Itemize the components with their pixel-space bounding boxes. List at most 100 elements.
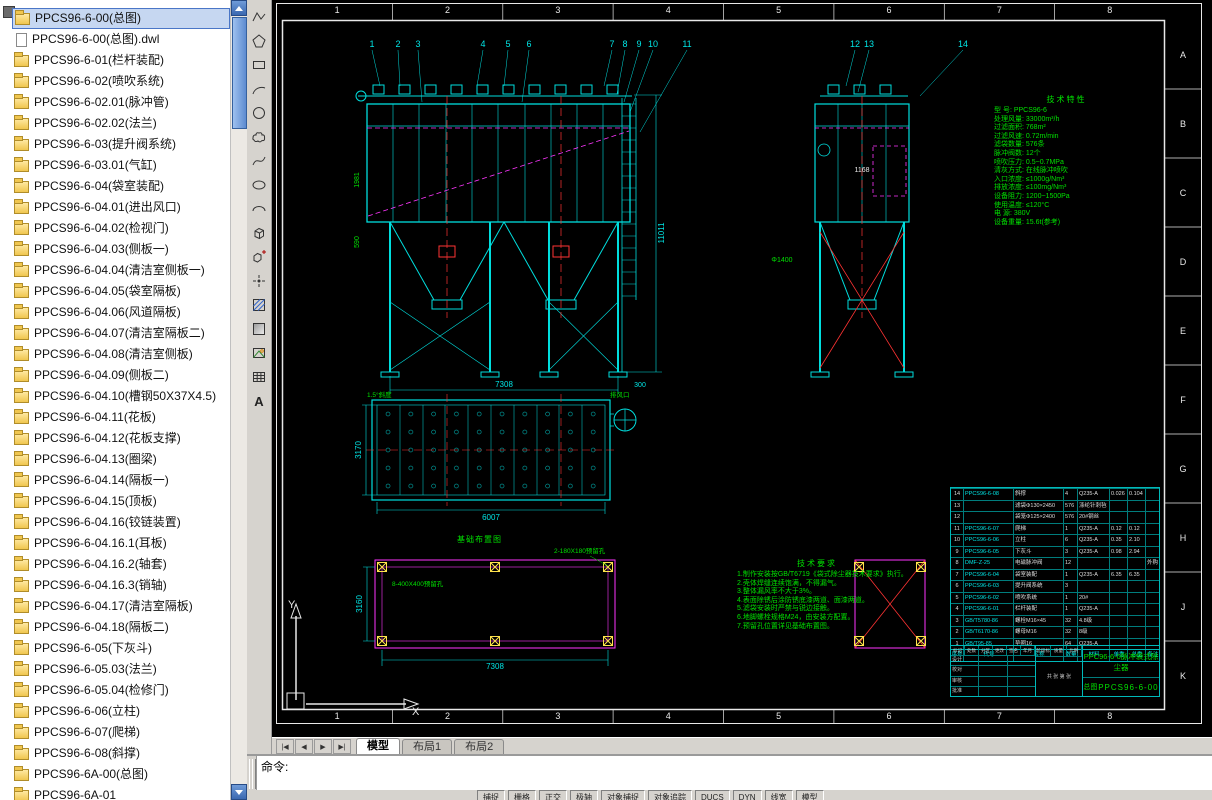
file-panel-scrollbar[interactable] [230,0,247,800]
bom-remark: 外购 [1145,558,1159,569]
file-type-icon [14,685,29,697]
status-toggle-button[interactable]: 模型 [796,790,824,800]
polygon-icon [251,33,267,49]
file-item[interactable]: PPCS96-6-03.01(气缸) [12,155,230,176]
hatch-tool-button[interactable] [247,293,271,317]
status-toggle-button[interactable]: 线宽 [765,790,793,800]
rectangle-tool-button[interactable] [247,53,271,77]
table-tool-button[interactable] [247,365,271,389]
status-toggle-button[interactable]: 对象捕捉 [601,790,645,800]
file-item[interactable]: PPCS96-6-04.14(隔板一) [12,470,230,491]
dim-side-hopper: Φ1400 [771,257,792,264]
prev-tab-button[interactable]: ◀ [295,739,313,754]
file-item[interactable]: PPCS96-6-01(栏杆装配) [12,50,230,71]
file-item[interactable]: PPCS96-6-04.16.3(销轴) [12,575,230,596]
file-item[interactable]: PPCS96-6-04(袋室装配) [12,176,230,197]
file-item[interactable]: PPCS96-6-04.09(侧板二) [12,365,230,386]
file-item[interactable]: PPCS96-6-04.05(袋室隔板) [12,281,230,302]
tab-model[interactable]: 模型 [356,738,400,755]
file-item[interactable]: PPCS96-6-04.04(清洁室侧板一) [12,260,230,281]
command-prompt[interactable]: 命令: [257,756,292,792]
insert-block-tool-button[interactable] [247,221,271,245]
file-item[interactable]: PPCS96-6-04.07(清洁室隔板二) [12,323,230,344]
file-item[interactable]: PPCS96-6-04.08(清洁室侧板) [12,344,230,365]
file-item[interactable]: PPCS96-6-06(立柱) [12,701,230,722]
scroll-down-button[interactable] [231,784,247,800]
scroll-up-button[interactable] [231,0,247,16]
file-item[interactable]: PPCS96-6-05.04(检修门) [12,680,230,701]
file-item[interactable]: PPCS96-6-04.16(铰链装置) [12,512,230,533]
tab-layout1[interactable]: 布局1 [402,739,452,755]
file-item[interactable]: PPCS96-6-05(下灰斗) [12,638,230,659]
bom-part-name: 袋室装配 [1013,570,1063,581]
mtext-tool-button[interactable]: A [247,389,271,413]
file-item[interactable]: PPCS96-6-04.02(检视门) [12,218,230,239]
file-item[interactable]: PPCS96-6-04.12(花板支撑) [12,428,230,449]
status-toggle-button[interactable]: 极轴 [570,790,598,800]
file-type-icon [14,454,29,466]
make-block-tool-button[interactable] [247,245,271,269]
file-item[interactable]: PPCS96-6-02.02(法兰) [12,113,230,134]
file-item[interactable]: PPCS96-6-07(爬梯) [12,722,230,743]
signature-cell [979,677,1007,686]
file-item[interactable]: PPCS96-6-04.11(花板) [12,407,230,428]
last-tab-button[interactable]: ▶| [333,739,351,754]
spline-tool-button[interactable] [247,149,271,173]
bom-no: 14 [951,489,963,500]
file-item[interactable]: PPCS96-6-04.01(进出风口) [12,197,230,218]
file-item[interactable]: PPCS96-6-04.18(隔板二) [12,617,230,638]
ellipse-arc-tool-button[interactable] [247,197,271,221]
next-tab-button[interactable]: ▶ [314,739,332,754]
product-name: PPC96-6-0脉冲袋式除尘器 [1083,646,1159,678]
status-toggle-button[interactable]: 捕捉 [477,790,505,800]
status-toggle-button[interactable]: 正交 [539,790,567,800]
file-item[interactable]: PPCS96-6-04.03(侧板一) [12,239,230,260]
point-icon [251,273,267,289]
polyline-tool-button[interactable] [247,5,271,29]
status-toggle-button[interactable]: DUCS [695,790,730,800]
file-item[interactable]: PPCS96-6-04.10(槽钢50X37X4.5) [12,386,230,407]
file-item[interactable]: PPCS96-6-00(总图).dwl [12,29,230,50]
down-arrow-icon [235,790,243,795]
file-item[interactable]: PPCS96-6-03(提升阀系统) [12,134,230,155]
file-item[interactable]: PPCS96-6-04.15(顶板) [12,491,230,512]
tab-layout2[interactable]: 布局2 [454,739,504,755]
file-item[interactable]: PPCS96-6-02(喷吹系统) [12,71,230,92]
bom-material: Q235-A [1077,604,1109,615]
file-item[interactable]: PPCS96-6-04.13(圈梁) [12,449,230,470]
point-tool-button[interactable] [247,269,271,293]
file-item[interactable]: PPCS96-6-02.01(脉冲管) [12,92,230,113]
status-toggle-button[interactable]: 对象追踪 [648,790,692,800]
file-item[interactable]: PPCS96-6A-01 [12,785,230,800]
ellipse-tool-button[interactable] [247,173,271,197]
revcloud-tool-button[interactable] [247,125,271,149]
file-item[interactable]: PPCS96-6-04.16.2(轴套) [12,554,230,575]
scrollbar-thumb[interactable] [232,17,247,129]
bom-unit-weight [1109,512,1127,523]
first-tab-button[interactable]: |◀ [276,739,294,754]
file-item[interactable]: PPCS96-6A-00(总图) [12,764,230,785]
file-item[interactable]: PPCS96-6-08(斜撑) [12,743,230,764]
balloon-5: 5 [505,39,510,49]
bom-row: 2 GB/T6170-86 螺母M16 32 8级 [951,626,1159,638]
polygon-tool-button[interactable] [247,29,271,53]
file-item[interactable]: PPCS96-6-04.17(清洁室隔板) [12,596,230,617]
balloon-6: 6 [526,39,531,49]
bom-no: 6 [951,581,963,592]
file-item[interactable]: PPCS96-6-00(总图) [12,8,230,29]
gradient-tool-button[interactable] [247,317,271,341]
command-window[interactable]: 命令: [247,754,1212,792]
status-toggle-button[interactable]: DYN [733,790,762,800]
file-item[interactable]: PPCS96-6-05.03(法兰) [12,659,230,680]
file-type-icon [15,13,30,25]
arc-tool-button[interactable] [247,77,271,101]
bom-unit-weight [1109,627,1127,638]
region-tool-button[interactable] [247,341,271,365]
file-item[interactable]: PPCS96-6-04.06(风道隔板) [12,302,230,323]
circle-tool-button[interactable] [247,101,271,125]
signature-label: 校对 [951,666,979,675]
command-window-grip[interactable] [247,756,257,792]
drawing-canvas[interactable]: Y X 1 2 3 4 5 6 7 8 9 10 11 12 13 14 [272,0,1212,737]
file-item[interactable]: PPCS96-6-04.16.1(耳板) [12,533,230,554]
status-toggle-button[interactable]: 栅格 [508,790,536,800]
